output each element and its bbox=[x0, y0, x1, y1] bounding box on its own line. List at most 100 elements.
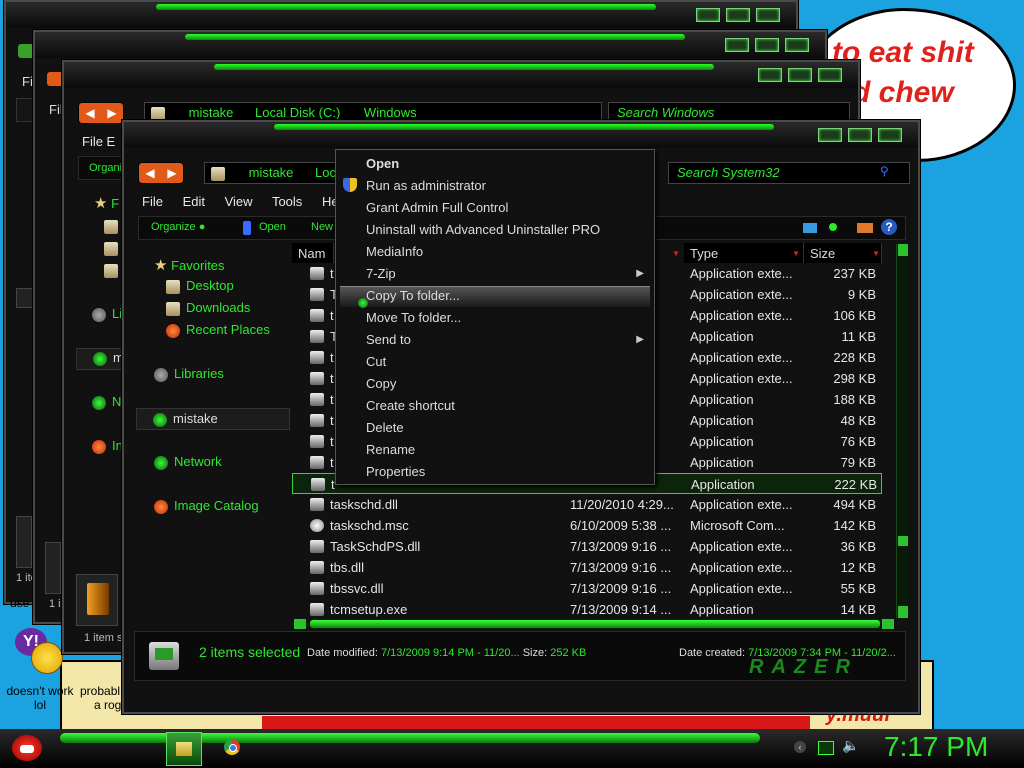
nav-image-catalog[interactable]: In bbox=[92, 438, 123, 454]
preview-pane-icon[interactable] bbox=[857, 223, 873, 233]
chrome-icon[interactable] bbox=[224, 739, 240, 755]
minimize-button[interactable] bbox=[818, 128, 842, 142]
recent-places-icon bbox=[104, 262, 118, 278]
context-menu-item[interactable]: Create shortcut bbox=[366, 398, 455, 413]
libraries-icon bbox=[154, 367, 168, 382]
taskbar-explorer-button[interactable] bbox=[166, 732, 202, 766]
details-pane: 2 items selected Date modified: 7/13/200… bbox=[134, 631, 906, 681]
menu-edit[interactable]: Edit bbox=[183, 194, 205, 209]
context-menu-item[interactable]: Grant Admin Full Control bbox=[366, 200, 508, 215]
nav-image-catalog[interactable]: Image Catalog bbox=[154, 498, 259, 514]
file-row[interactable]: TaskSchdPS.dll 7/13/2009 9:16 ... Applicat… bbox=[292, 536, 882, 557]
file-row[interactable]: taskschd.dll 11/20/2010 4:29... Applicatio… bbox=[292, 494, 882, 515]
nav-recent-places[interactable]: Recent Places bbox=[166, 322, 270, 338]
file-type: Application bbox=[690, 455, 754, 470]
nav-favorites[interactable]: ★ F bbox=[94, 194, 119, 212]
close-button[interactable] bbox=[756, 8, 780, 22]
back-forward-buttons[interactable]: ◀ ▶ bbox=[138, 162, 184, 184]
context-menu-item[interactable]: Rename bbox=[366, 442, 415, 457]
close-button[interactable] bbox=[878, 128, 902, 142]
back-arrow-icon: ◀ bbox=[145, 166, 155, 180]
file-type: Application exte... bbox=[690, 287, 793, 302]
context-menu-item[interactable]: Cut bbox=[366, 354, 386, 369]
view-icon[interactable] bbox=[803, 223, 817, 233]
open-button[interactable]: Open bbox=[259, 221, 286, 233]
desktop-icon-label-1[interactable]: doesn't work lol bbox=[0, 684, 80, 712]
title-accent bbox=[214, 64, 714, 70]
file-row[interactable]: tbssvc.dll 7/13/2009 9:16 ... Application … bbox=[292, 578, 882, 599]
menu-tools[interactable]: Tools bbox=[272, 194, 302, 209]
menu-bar[interactable]: File E bbox=[82, 134, 115, 149]
taskbar-accent bbox=[60, 733, 760, 743]
nav-libraries[interactable]: Li bbox=[92, 306, 122, 322]
column-header-size[interactable]: Size bbox=[804, 243, 882, 263]
close-button[interactable] bbox=[785, 38, 809, 52]
menu-file[interactable]: Fil bbox=[49, 102, 63, 117]
shield-icon bbox=[343, 178, 357, 192]
file-icon bbox=[310, 351, 324, 364]
context-menu-item[interactable]: Move To folder... bbox=[366, 310, 461, 325]
sort-arrow-icon[interactable]: ▼ bbox=[672, 249, 680, 258]
menu-view[interactable]: View bbox=[225, 194, 253, 209]
submenu-arrow-icon: ▶ bbox=[636, 334, 644, 345]
tray-expand-icon[interactable]: ‹ bbox=[794, 741, 806, 753]
column-header-name[interactable]: Nam bbox=[292, 243, 334, 263]
file-type: Microsoft Com... bbox=[690, 518, 785, 533]
organize-button[interactable]: Organize ● bbox=[151, 221, 205, 233]
context-menu-item[interactable]: Send to bbox=[366, 332, 411, 347]
context-menu-item[interactable]: Uninstall with Advanced Uninstaller PRO bbox=[366, 222, 600, 237]
desktop-icon-label-2[interactable]: probabl a rog bbox=[80, 684, 124, 712]
new-folder-button[interactable]: New bbox=[311, 221, 333, 233]
maximize-button[interactable] bbox=[788, 68, 812, 82]
nav-favorites[interactable]: ★ Favorites bbox=[154, 256, 225, 274]
maximize-button[interactable] bbox=[755, 38, 779, 52]
maximize-button[interactable] bbox=[848, 128, 872, 142]
context-menu-item[interactable]: Properties bbox=[366, 464, 425, 479]
context-menu-item[interactable]: Copy To folder... bbox=[366, 288, 460, 303]
column-header-type[interactable]: Type bbox=[684, 243, 804, 263]
nav-network[interactable]: N bbox=[92, 394, 121, 410]
help-icon[interactable]: ? bbox=[881, 219, 897, 235]
start-button[interactable] bbox=[8, 731, 46, 765]
minimize-button[interactable] bbox=[696, 8, 720, 22]
file-row[interactable]: taskschd.msc 6/10/2009 5:38 ... Microsoft … bbox=[292, 515, 882, 536]
search-icon[interactable]: ⚲ bbox=[880, 164, 889, 178]
context-menu-item[interactable]: Delete bbox=[366, 420, 404, 435]
file-type: Application exte... bbox=[690, 371, 793, 386]
nav-downloads[interactable]: Downloads bbox=[166, 300, 250, 316]
minimize-button[interactable] bbox=[725, 38, 749, 52]
context-menu-item[interactable]: Run as administrator bbox=[366, 178, 486, 193]
network-tray-icon[interactable] bbox=[818, 741, 834, 755]
file-type: Application exte... bbox=[690, 266, 793, 281]
close-button[interactable] bbox=[818, 68, 842, 82]
razer-logo: RAZER bbox=[749, 656, 858, 678]
menu-file[interactable]: Fi bbox=[22, 74, 33, 89]
maximize-button[interactable] bbox=[726, 8, 750, 22]
context-menu-item[interactable]: Open bbox=[366, 156, 399, 171]
clock[interactable]: 7:17 PM bbox=[884, 731, 988, 763]
nav-user[interactable]: mistake bbox=[136, 408, 290, 430]
nav-desktop[interactable]: Desktop bbox=[166, 278, 234, 294]
taskbar: ‹ 🔈 7:17 PM bbox=[0, 729, 1024, 768]
preview-thumbnail bbox=[76, 574, 118, 626]
context-menu-item[interactable]: Copy bbox=[366, 376, 396, 391]
file-row[interactable]: tbs.dll 7/13/2009 9:16 ... Application ext… bbox=[292, 557, 882, 578]
sort-arrow-icon[interactable]: ▼ bbox=[792, 249, 800, 258]
yahoo-messenger-icon[interactable]: Y! bbox=[15, 628, 65, 678]
context-menu-item[interactable]: 7-Zip bbox=[366, 266, 396, 281]
menu-file[interactable]: File bbox=[142, 194, 163, 209]
nav-network[interactable]: Network bbox=[154, 454, 222, 470]
vertical-scrollbar[interactable] bbox=[896, 244, 909, 618]
volume-icon[interactable]: 🔈 bbox=[842, 737, 859, 754]
file-icon bbox=[310, 582, 324, 595]
back-forward-buttons[interactable]: ◀ ▶ bbox=[78, 102, 124, 124]
file-row[interactable]: tcmsetup.exe 7/13/2009 9:14 ... Applicatio… bbox=[292, 599, 882, 620]
sort-arrow-icon[interactable]: ▼ bbox=[872, 249, 880, 258]
nav-libraries[interactable]: Libraries bbox=[154, 366, 224, 382]
search-input[interactable]: Search System32 bbox=[668, 162, 910, 184]
file-size: 14 KB bbox=[840, 602, 876, 617]
minimize-button[interactable] bbox=[758, 68, 782, 82]
view-options-icon[interactable] bbox=[829, 223, 837, 231]
context-menu-item[interactable]: MediaInfo bbox=[366, 244, 423, 259]
file-name: taskschd.msc bbox=[330, 518, 409, 533]
